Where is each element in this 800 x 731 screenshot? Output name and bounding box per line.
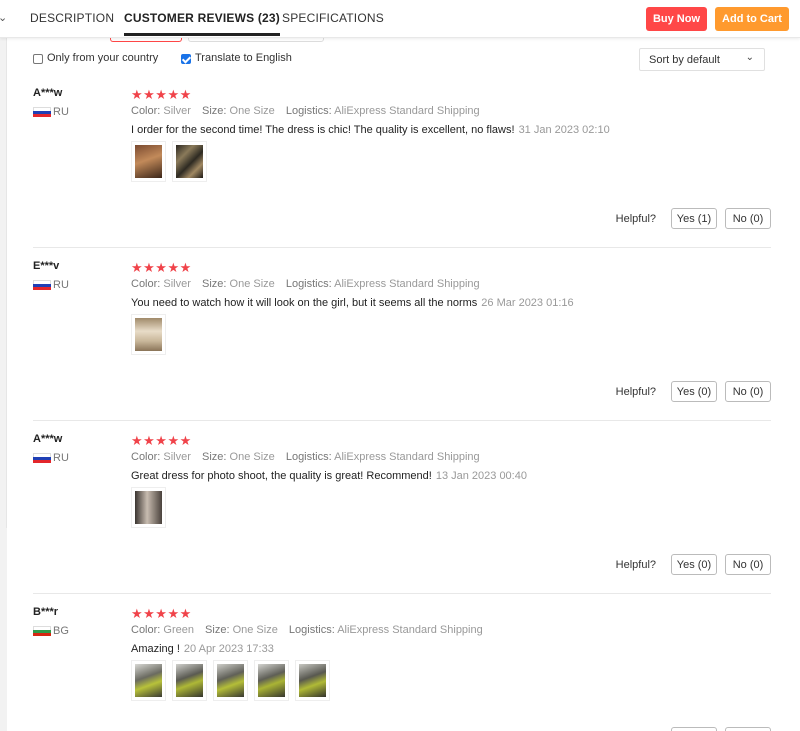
helpful-no-button[interactable]: No (0): [725, 554, 771, 575]
reviewer-country: RU: [33, 452, 69, 464]
reviewer-country: RU: [33, 106, 69, 118]
helpful-yes-button[interactable]: [671, 727, 717, 731]
review-photo[interactable]: [131, 660, 166, 701]
review-text: Amazing ! 20 Apr 2023 17:33: [131, 643, 274, 655]
sort-dropdown[interactable]: Sort by default ⌄: [639, 48, 765, 71]
star-rating: ★★★★★: [131, 433, 192, 448]
russia-flag-icon: [33, 279, 51, 291]
review-date: 13 Jan 2023 00:40: [435, 470, 527, 482]
review-photo[interactable]: [131, 487, 166, 528]
helpful-votes: Helpful? Yes (1) No (0): [616, 208, 771, 229]
tab-customer-reviews[interactable]: CUSTOMER REVIEWS (23): [124, 11, 280, 36]
divider: [6, 38, 7, 528]
add-to-cart-button[interactable]: Add to Cart: [715, 7, 789, 31]
helpful-votes: [663, 727, 771, 731]
only-country-label[interactable]: Only from your country: [47, 52, 158, 64]
review-text: Great dress for photo shoot, the quality…: [131, 470, 527, 482]
tab-description[interactable]: DESCRIPTION: [30, 11, 114, 25]
review-text: I order for the second time! The dress i…: [131, 124, 610, 136]
star-rating: ★★★★★: [131, 260, 192, 275]
russia-flag-icon: [33, 106, 51, 118]
helpful-no-button[interactable]: No (0): [725, 381, 771, 402]
russia-flag-icon: [33, 452, 51, 464]
chevron-down-icon[interactable]: ⌄: [0, 11, 7, 24]
star-rating: ★★★★★: [131, 87, 192, 102]
buy-now-button[interactable]: Buy Now: [646, 7, 707, 31]
reviewer-country: BG: [33, 625, 69, 637]
review-attributes: Color: Silver Size: One Size Logistics: …: [131, 451, 480, 463]
review-photo[interactable]: [213, 660, 248, 701]
helpful-no-button[interactable]: [725, 727, 771, 731]
divider: [33, 247, 771, 248]
review-attributes: Color: Silver Size: One Size Logistics: …: [131, 278, 480, 290]
helpful-yes-button[interactable]: Yes (1): [671, 208, 717, 229]
reviewer-name: E***v: [33, 260, 60, 272]
helpful-votes: Helpful? Yes (0) No (0): [616, 381, 771, 402]
review-photo[interactable]: [131, 141, 166, 182]
sort-value: Sort by default: [649, 54, 720, 66]
tab-specifications[interactable]: SPECIFICATIONS: [282, 11, 384, 25]
helpful-yes-button[interactable]: Yes (0): [671, 381, 717, 402]
review-attributes: Color: Silver Size: One Size Logistics: …: [131, 105, 480, 117]
reviewer-name: A***w: [33, 87, 63, 99]
review-photos: [131, 141, 213, 182]
review-photos: [131, 487, 172, 528]
helpful-votes: Helpful? Yes (0) No (0): [616, 554, 771, 575]
review-photo[interactable]: [131, 314, 166, 355]
helpful-no-button[interactable]: No (0): [725, 208, 771, 229]
divider: [33, 420, 771, 421]
review-attributes: Color: Green Size: One Size Logistics: A…: [131, 624, 483, 636]
divider: [33, 593, 771, 594]
translate-label[interactable]: Translate to English: [195, 52, 292, 64]
review-photo[interactable]: [172, 660, 207, 701]
bulgaria-flag-icon: [33, 625, 51, 637]
reviewer-name: A***w: [33, 433, 63, 445]
reviewer-country: RU: [33, 279, 69, 291]
star-rating: ★★★★★: [131, 606, 192, 621]
review-photo[interactable]: [254, 660, 289, 701]
review-date: 20 Apr 2023 17:33: [183, 643, 274, 655]
only-country-checkbox[interactable]: [33, 54, 43, 64]
review-date: 31 Jan 2023 02:10: [518, 124, 610, 136]
chevron-down-icon: ⌄: [745, 52, 754, 63]
review-photo[interactable]: [295, 660, 330, 701]
review-text: You need to watch how it will look on th…: [131, 297, 574, 309]
helpful-yes-button[interactable]: Yes (0): [671, 554, 717, 575]
review-photos: [131, 660, 336, 701]
translate-checkbox[interactable]: [181, 54, 191, 64]
tab-bar: ⌄ DESCRIPTION CUSTOMER REVIEWS (23) SPEC…: [0, 0, 800, 38]
reviewer-name: B***r: [33, 606, 59, 618]
review-photos: [131, 314, 172, 355]
review-photo[interactable]: [172, 141, 207, 182]
review-date: 26 Mar 2023 01:16: [481, 297, 574, 309]
